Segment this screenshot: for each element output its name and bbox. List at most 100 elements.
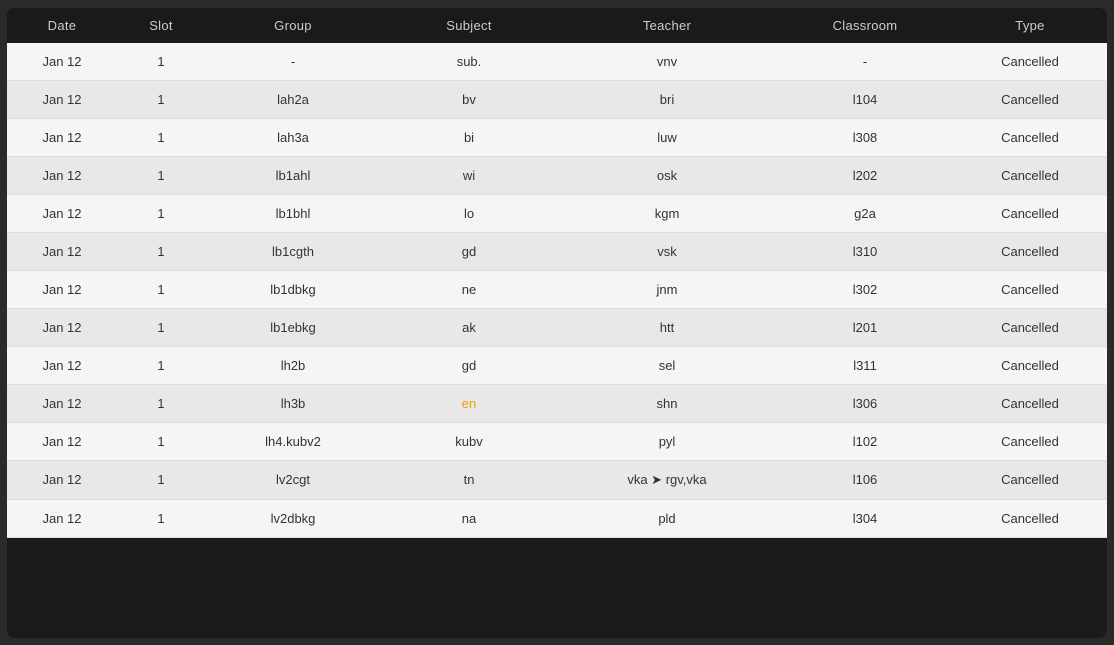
- table-row: Jan 121lh4.kubv2kubvpyll102Cancelled: [7, 422, 1107, 460]
- cell-type: Cancelled: [953, 80, 1107, 118]
- table-row: Jan 121lb1cgthgdvskl310Cancelled: [7, 232, 1107, 270]
- cell-slot: 1: [117, 194, 205, 232]
- cell-type: Cancelled: [953, 384, 1107, 422]
- cell-group: lv2dbkg: [205, 499, 381, 537]
- cell-type: Cancelled: [953, 232, 1107, 270]
- cell-classroom: l308: [777, 118, 953, 156]
- cell-slot: 1: [117, 43, 205, 81]
- cell-classroom: l306: [777, 384, 953, 422]
- table-row: Jan 121lb1bhllokgmg2aCancelled: [7, 194, 1107, 232]
- cell-type: Cancelled: [953, 156, 1107, 194]
- cell-slot: 1: [117, 384, 205, 422]
- table-row: Jan 121lb1ahlwioskl202Cancelled: [7, 156, 1107, 194]
- cell-teacher: pld: [557, 499, 777, 537]
- header-group: Group: [205, 8, 381, 43]
- cell-subject: gd: [381, 346, 557, 384]
- cell-date: Jan 12: [7, 270, 117, 308]
- cell-slot: 1: [117, 270, 205, 308]
- table-container: Date Slot Group Subject Teacher Classroo…: [7, 8, 1107, 638]
- cell-type: Cancelled: [953, 346, 1107, 384]
- cell-slot: 1: [117, 346, 205, 384]
- header-teacher: Teacher: [557, 8, 777, 43]
- header-subject: Subject: [381, 8, 557, 43]
- table-body: Jan 121-sub.vnv-CancelledJan 121lah2abvb…: [7, 43, 1107, 538]
- table-header-row: Date Slot Group Subject Teacher Classroo…: [7, 8, 1107, 43]
- cell-teacher: htt: [557, 308, 777, 346]
- table-row: Jan 121-sub.vnv-Cancelled: [7, 43, 1107, 81]
- cell-type: Cancelled: [953, 460, 1107, 499]
- cell-teacher: vnv: [557, 43, 777, 81]
- cell-group: lv2cgt: [205, 460, 381, 499]
- cell-date: Jan 12: [7, 308, 117, 346]
- table-row: Jan 121lv2cgttnvka ➤ rgv,vkal106Cancelle…: [7, 460, 1107, 499]
- cell-subject: gd: [381, 232, 557, 270]
- cell-subject: lo: [381, 194, 557, 232]
- header-classroom: Classroom: [777, 8, 953, 43]
- cell-teacher: osk: [557, 156, 777, 194]
- cell-subject: en: [381, 384, 557, 422]
- cell-date: Jan 12: [7, 346, 117, 384]
- cell-subject: ne: [381, 270, 557, 308]
- cell-classroom: l102: [777, 422, 953, 460]
- cell-classroom: -: [777, 43, 953, 81]
- screen: Date Slot Group Subject Teacher Classroo…: [7, 8, 1107, 638]
- cell-slot: 1: [117, 422, 205, 460]
- cell-classroom: l302: [777, 270, 953, 308]
- cell-teacher: shn: [557, 384, 777, 422]
- cell-date: Jan 12: [7, 43, 117, 81]
- cell-teacher: pyl: [557, 422, 777, 460]
- cell-slot: 1: [117, 232, 205, 270]
- cell-date: Jan 12: [7, 156, 117, 194]
- cell-group: lah3a: [205, 118, 381, 156]
- cell-slot: 1: [117, 460, 205, 499]
- cell-date: Jan 12: [7, 118, 117, 156]
- cell-type: Cancelled: [953, 43, 1107, 81]
- cell-type: Cancelled: [953, 118, 1107, 156]
- cell-classroom: l106: [777, 460, 953, 499]
- cell-teacher: kgm: [557, 194, 777, 232]
- cell-subject: sub.: [381, 43, 557, 81]
- cell-group: lb1ebkg: [205, 308, 381, 346]
- cell-classroom: l202: [777, 156, 953, 194]
- cell-teacher: bri: [557, 80, 777, 118]
- cell-group: lb1ahl: [205, 156, 381, 194]
- cell-classroom: l310: [777, 232, 953, 270]
- cell-subject: bv: [381, 80, 557, 118]
- cell-subject: ak: [381, 308, 557, 346]
- table-row: Jan 121lb1dbkgnejnml302Cancelled: [7, 270, 1107, 308]
- cell-slot: 1: [117, 156, 205, 194]
- table-row: Jan 121lv2dbkgnapldl304Cancelled: [7, 499, 1107, 537]
- data-table: Date Slot Group Subject Teacher Classroo…: [7, 8, 1107, 538]
- cell-slot: 1: [117, 118, 205, 156]
- cell-type: Cancelled: [953, 499, 1107, 537]
- cell-slot: 1: [117, 80, 205, 118]
- header-date: Date: [7, 8, 117, 43]
- cell-group: lb1dbkg: [205, 270, 381, 308]
- cell-classroom: l104: [777, 80, 953, 118]
- cell-date: Jan 12: [7, 460, 117, 499]
- cell-date: Jan 12: [7, 422, 117, 460]
- cell-slot: 1: [117, 499, 205, 537]
- cell-classroom: l311: [777, 346, 953, 384]
- header-type: Type: [953, 8, 1107, 43]
- table-row: Jan 121lh2bgdsell311Cancelled: [7, 346, 1107, 384]
- table-row: Jan 121lah3abiluwl308Cancelled: [7, 118, 1107, 156]
- cell-type: Cancelled: [953, 194, 1107, 232]
- cell-subject: tn: [381, 460, 557, 499]
- cell-type: Cancelled: [953, 270, 1107, 308]
- cell-classroom: l201: [777, 308, 953, 346]
- cell-date: Jan 12: [7, 232, 117, 270]
- cell-date: Jan 12: [7, 194, 117, 232]
- cell-subject: na: [381, 499, 557, 537]
- cell-group: lh2b: [205, 346, 381, 384]
- cell-group: lh3b: [205, 384, 381, 422]
- cell-classroom: l304: [777, 499, 953, 537]
- cell-subject: bi: [381, 118, 557, 156]
- table-row: Jan 121lb1ebkgakhttl201Cancelled: [7, 308, 1107, 346]
- cell-classroom: g2a: [777, 194, 953, 232]
- cell-group: lb1cgth: [205, 232, 381, 270]
- cell-group: lah2a: [205, 80, 381, 118]
- table-row: Jan 121lh3benshnl306Cancelled: [7, 384, 1107, 422]
- cell-teacher: luw: [557, 118, 777, 156]
- table-row: Jan 121lah2abvbril104Cancelled: [7, 80, 1107, 118]
